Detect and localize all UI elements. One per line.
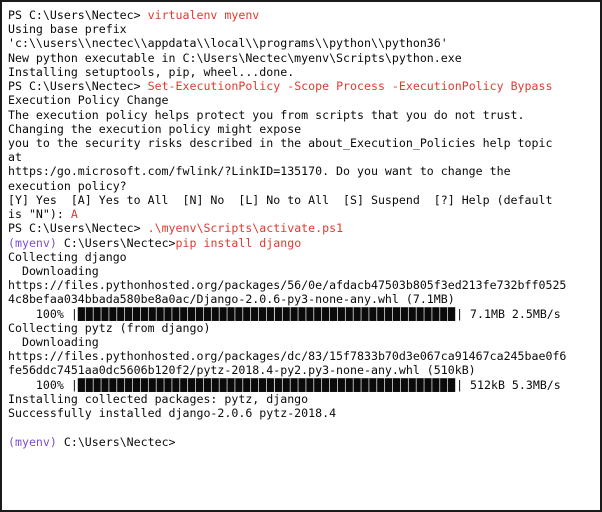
progress-bar-pytz: 100% |██████████████████████████████████…	[8, 378, 600, 392]
output-policy-warning-4: at	[8, 150, 600, 164]
output-policy-warning-1-seg-0: The execution policy helps protect you f…	[8, 107, 525, 122]
output-new-python-executable-seg-0: New python executable in C:\Users\Nectec…	[8, 50, 462, 65]
command-virtualenv-seg-0: PS C:\Users\Nectec>	[8, 8, 148, 22]
prompt-final-seg-0: (myenv)	[8, 434, 57, 449]
output-downloading-django: Downloading	[8, 264, 600, 278]
command-pip-install-django-seg-0: (myenv)	[8, 235, 57, 250]
progress-stats-label: 7.1MB 2.5MB/s	[463, 306, 561, 321]
output-base-prefix-path: 'c:\\users\\nectec\\appdata\\local\\prog…	[8, 36, 600, 50]
output-installing-collected-seg-0: Installing collected packages: pytz, dja…	[8, 391, 309, 406]
command-activate-script: PS C:\Users\Nectec> .\myenv\Scripts\acti…	[8, 221, 600, 235]
output-successfully-installed: Successfully installed django-2.0.6 pytz…	[8, 406, 600, 420]
output-downloading-pytz: Downloading	[8, 335, 600, 349]
command-virtualenv: PS C:\Users\Nectec> virtualenv myenv	[8, 8, 600, 22]
output-policy-warning-2-seg-0: Changing the execution policy might expo…	[8, 121, 302, 136]
output-pytz-url-part2-seg-0: fe56ddc7451aa0dc5606b120f2/pytz-2018.4-p…	[8, 363, 476, 378]
prompt-final: (myenv) C:\Users\Nectec>	[8, 435, 600, 449]
output-django-url-part1: https://files.pythonhosted.org/packages/…	[8, 278, 600, 292]
output-collecting-pytz-seg-0: Collecting pytz (from django)	[8, 320, 211, 335]
output-collecting-django: Collecting django	[8, 250, 600, 264]
output-pytz-url-part1-seg-0: https://files.pythonhosted.org/packages/…	[8, 349, 567, 364]
user-answer-a-seg-1: A	[70, 207, 78, 222]
output-policy-warning-1: The execution policy helps protect you f…	[8, 108, 600, 122]
output-policy-question-seg-0: execution policy?	[8, 178, 127, 193]
output-pytz-url-part1: https://files.pythonhosted.org/packages/…	[8, 349, 600, 363]
command-pip-install-django: (myenv) C:\Users\Nectec>pip install djan…	[8, 236, 600, 250]
output-new-python-executable: New python executable in C:\Users\Nectec…	[8, 51, 600, 65]
progress-percent-label: 100%	[8, 377, 64, 392]
output-execution-policy-change-seg-0: Execution Policy Change	[8, 93, 169, 108]
user-answer-a: is "N"): A	[8, 207, 600, 221]
progress-bar-fill: ████████████████████████████████████████…	[77, 306, 457, 321]
progress-bar-django: 100% |██████████████████████████████████…	[8, 307, 600, 321]
output-django-url-part2-seg-0: 4c8befaa034bbada580be8a0ac/Django-2.0.6-…	[8, 292, 455, 307]
command-pip-install-django-seg-2: pip install django	[175, 235, 302, 250]
output-policy-link-seg-0: https:/go.microsoft.com/fwlink/?LinkID=1…	[8, 164, 511, 179]
blank-line	[8, 420, 600, 434]
output-successfully-installed-seg-0: Successfully installed django-2.0.6 pytz…	[8, 406, 337, 421]
progress-right-bracket: |	[456, 306, 464, 321]
progress-bar-fill: ████████████████████████████████████████…	[77, 377, 457, 392]
output-execution-policy-change: Execution Policy Change	[8, 93, 600, 107]
command-set-executionpolicy: PS C:\Users\Nectec> Set-ExecutionPolicy …	[8, 79, 600, 93]
progress-left-bracket: |	[63, 306, 78, 321]
output-django-url-part2: 4c8befaa034bbada580be8a0ac/Django-2.0.6-…	[8, 292, 600, 306]
output-collecting-django-seg-0: Collecting django	[8, 249, 127, 264]
output-downloading-django-seg-0: Downloading	[8, 263, 99, 278]
output-using-base-prefix-seg-0: Using base prefix	[8, 22, 127, 37]
command-set-executionpolicy-seg-0: PS C:\Users\Nectec>	[8, 79, 148, 94]
output-downloading-pytz-seg-0: Downloading	[8, 335, 99, 350]
command-virtualenv-seg-1: virtualenv myenv	[147, 8, 260, 22]
progress-percent-label: 100%	[8, 306, 64, 321]
output-policy-warning-3: you to the security risks described in t…	[8, 136, 600, 150]
output-using-base-prefix: Using base prefix	[8, 22, 600, 36]
blank-line-seg-0	[8, 420, 15, 434]
command-activate-script-seg-1: .\myenv\Scripts\activate.ps1	[147, 221, 344, 236]
command-activate-script-seg-0: PS C:\Users\Nectec>	[8, 221, 148, 236]
progress-left-bracket: |	[63, 377, 78, 392]
output-policy-warning-2: Changing the execution policy might expo…	[8, 122, 600, 136]
output-installing-setuptools-seg-0: Installing setuptools, pip, wheel...done…	[8, 64, 295, 79]
prompt-final-seg-1: C:\Users\Nectec>	[56, 434, 176, 449]
output-policy-question: execution policy?	[8, 179, 600, 193]
output-collecting-pytz: Collecting pytz (from django)	[8, 321, 600, 335]
output-policy-warning-4-seg-0: at	[8, 150, 22, 165]
output-policy-link: https:/go.microsoft.com/fwlink/?LinkID=1…	[8, 164, 600, 178]
output-pytz-url-part2: fe56ddc7451aa0dc5606b120f2/pytz-2018.4-p…	[8, 363, 600, 377]
output-choice-prompt: [Y] Yes [A] Yes to All [N] No [L] No to …	[8, 193, 600, 207]
output-installing-collected: Installing collected packages: pytz, dja…	[8, 392, 600, 406]
command-pip-install-django-seg-1: C:\Users\Nectec>	[56, 235, 176, 250]
terminal-output-area[interactable]: PS C:\Users\Nectec> virtualenv myenv Usin…	[2, 2, 600, 449]
user-answer-a-seg-0: is "N"):	[8, 207, 71, 222]
progress-stats-label: 512kB 5.3MB/s	[463, 377, 561, 392]
command-set-executionpolicy-seg-1: Set-ExecutionPolicy -Scope Process -Exec…	[147, 79, 553, 94]
output-base-prefix-path-seg-0: 'c:\\users\\nectec\\appdata\\local\\prog…	[8, 36, 448, 51]
output-django-url-part1-seg-0: https://files.pythonhosted.org/packages/…	[8, 278, 567, 293]
output-policy-warning-3-seg-0: you to the security risks described in t…	[8, 135, 553, 150]
powershell-window[interactable]: PS C:\Users\Nectec> virtualenv myenv Usin…	[0, 0, 602, 512]
output-installing-setuptools: Installing setuptools, pip, wheel...done…	[8, 65, 600, 79]
progress-right-bracket: |	[456, 377, 464, 392]
output-choice-prompt-seg-0: [Y] Yes [A] Yes to All [N] No [L] No to …	[8, 192, 553, 207]
